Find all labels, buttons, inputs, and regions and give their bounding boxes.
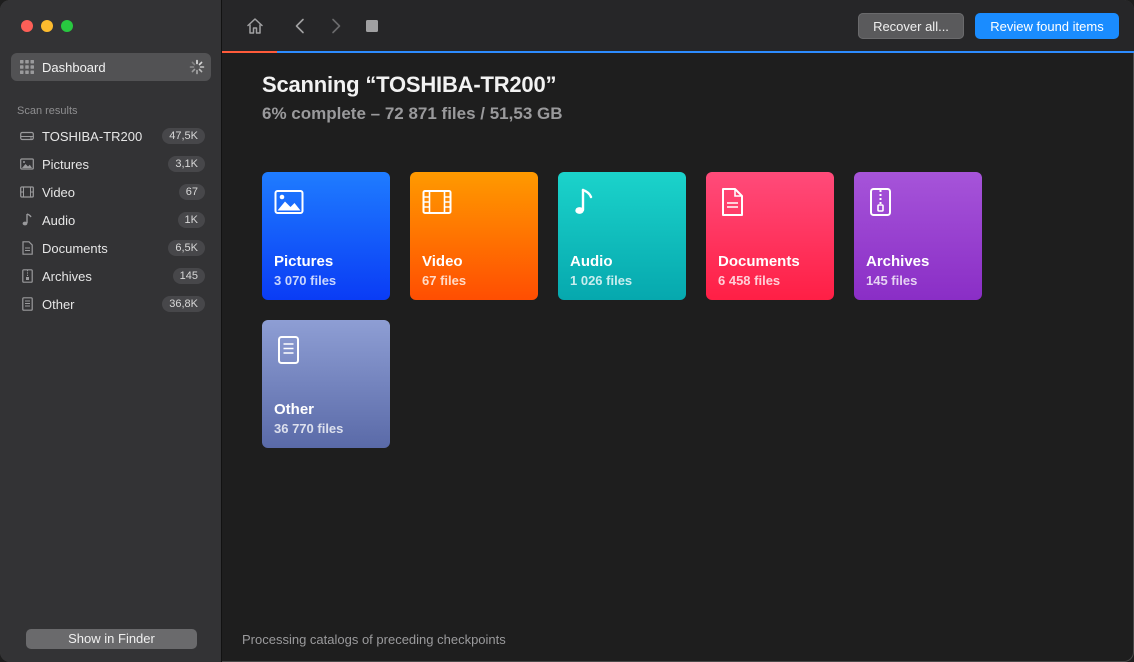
sidebar-item-label: Video: [42, 184, 76, 200]
tile-title: Audio: [570, 253, 613, 270]
category-tile-other[interactable]: Other 36 770 files: [262, 320, 390, 448]
tile-title: Other: [274, 401, 315, 418]
scan-progress-fill: [222, 51, 277, 53]
category-tile-pictures[interactable]: Pictures 3 070 files: [262, 172, 390, 300]
tile-title: Documents: [718, 253, 800, 270]
maximize-window-button[interactable]: [61, 20, 73, 32]
sidebar-item-dashboard[interactable]: Dashboard: [11, 53, 211, 81]
review-found-items-button[interactable]: Review found items: [975, 13, 1119, 39]
tile-count: 1 026 files: [570, 273, 633, 288]
back-chevron-icon[interactable]: [290, 16, 310, 36]
music-note-icon: [20, 213, 34, 227]
sidebar-item-archives[interactable]: Archives 145: [11, 262, 211, 290]
picture-icon: [274, 190, 304, 214]
tile-count: 67 files: [422, 273, 467, 288]
scan-results-list: TOSHIBA-TR200 47,5K Pictures 3,1K Video …: [11, 122, 211, 318]
scan-progress-bar: [222, 51, 1134, 53]
sidebar-item-audio[interactable]: Audio 1K: [11, 206, 211, 234]
sidebar-item-video[interactable]: Video 67: [11, 178, 211, 206]
grid-icon: [20, 60, 34, 74]
sidebar-item-documents[interactable]: Documents 6,5K: [11, 234, 211, 262]
app-window: Dashboard Scan results TOSHIBA-TR200 47,…: [0, 0, 1134, 662]
count-badge: 145: [172, 268, 205, 284]
window-controls: [21, 20, 73, 32]
archive-icon: [870, 188, 891, 216]
tile-count: 3 070 files: [274, 273, 337, 288]
film-icon: [422, 190, 452, 214]
tile-title: Pictures: [274, 253, 334, 270]
status-message: Processing catalogs of preceding checkpo…: [242, 632, 506, 647]
spinner-icon: [189, 59, 205, 75]
sidebar-item-label: Dashboard: [42, 59, 106, 75]
tile-title: Video: [422, 253, 463, 270]
sidebar-item-label: TOSHIBA-TR200: [42, 128, 143, 144]
category-tile-documents[interactable]: Documents 6 458 files: [706, 172, 834, 300]
drive-icon: [20, 129, 34, 143]
count-badge: 67: [178, 184, 205, 200]
sidebar-item-label: Documents: [42, 240, 108, 256]
sidebar-item-pictures[interactable]: Pictures 3,1K: [11, 150, 211, 178]
recover-all-button[interactable]: Recover all...: [858, 13, 964, 39]
show-in-finder-button[interactable]: Show in Finder: [26, 629, 197, 649]
page-title: Scanning “TOSHIBA-TR200”: [262, 72, 557, 97]
category-tile-video[interactable]: Video 67 files: [410, 172, 538, 300]
document-icon: [20, 241, 34, 255]
category-tile-archives[interactable]: Archives 145 files: [854, 172, 982, 300]
stop-icon[interactable]: [362, 16, 382, 36]
sidebar-item-label: Audio: [42, 212, 76, 228]
picture-icon: [20, 157, 34, 171]
count-badge: 3,1K: [168, 156, 205, 172]
film-icon: [20, 185, 34, 199]
archive-icon: [20, 269, 34, 283]
category-tile-audio[interactable]: Audio 1 026 files: [558, 172, 686, 300]
forward-chevron-icon[interactable]: [326, 16, 346, 36]
sidebar-item-other[interactable]: Other 36,8K: [11, 290, 211, 318]
scan-progress-summary: 6% complete – 72 871 files / 51,53 GB: [262, 104, 563, 123]
close-window-button[interactable]: [21, 20, 33, 32]
music-note-icon: [575, 188, 593, 214]
home-icon[interactable]: [245, 16, 265, 36]
sidebar-item-drive[interactable]: TOSHIBA-TR200 47,5K: [11, 122, 211, 150]
tile-count: 36 770 files: [274, 421, 344, 436]
minimize-window-button[interactable]: [41, 20, 53, 32]
sidebar: Dashboard Scan results TOSHIBA-TR200 47,…: [0, 0, 222, 662]
count-badge: 47,5K: [162, 128, 205, 144]
document-icon: [722, 188, 743, 216]
sidebar-item-label: Other: [42, 296, 75, 312]
sidebar-item-label: Pictures: [42, 156, 89, 172]
file-icon: [20, 297, 34, 311]
tile-title: Archives: [866, 253, 930, 270]
count-badge: 6,5K: [168, 240, 205, 256]
tile-count: 6 458 files: [718, 273, 781, 288]
tile-count: 145 files: [866, 273, 918, 288]
scan-results-heading: Scan results: [17, 105, 78, 117]
count-badge: 36,8K: [162, 296, 205, 312]
sidebar-item-label: Archives: [42, 268, 92, 284]
file-icon: [278, 336, 299, 364]
count-badge: 1K: [177, 212, 205, 228]
